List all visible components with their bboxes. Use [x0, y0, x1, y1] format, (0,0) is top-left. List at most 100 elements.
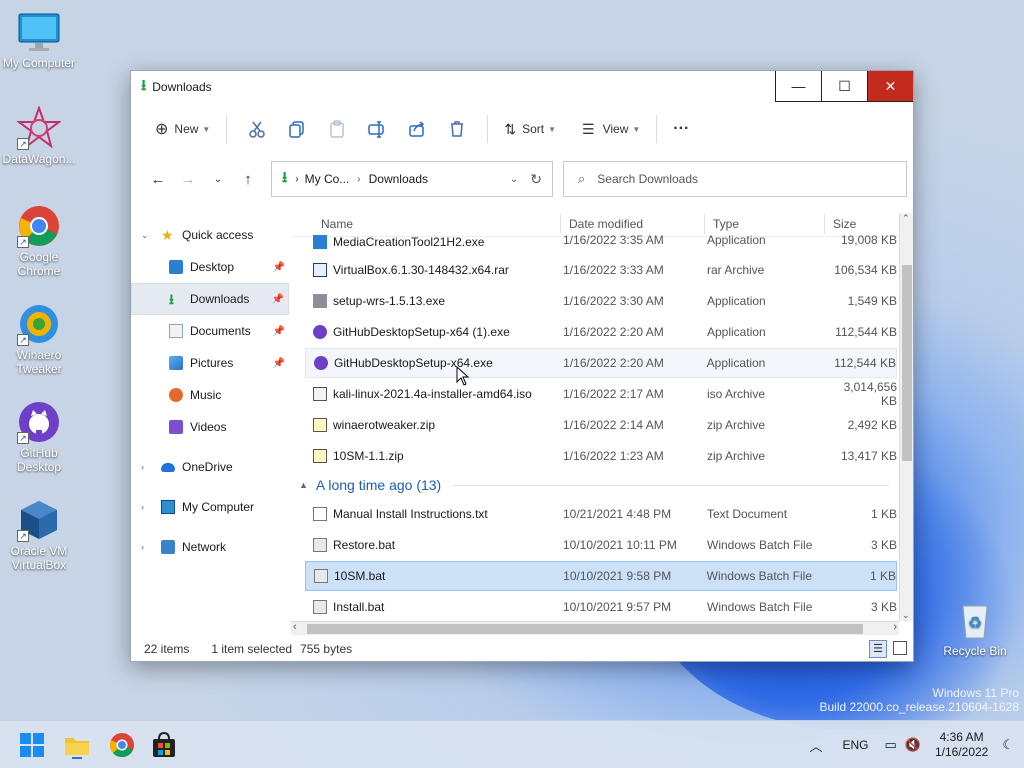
svg-text:♻: ♻: [968, 615, 982, 632]
download-arrow-icon: ⭳: [141, 76, 147, 94]
breadcrumb-downloads[interactable]: Downloads: [369, 172, 428, 186]
horizontal-scroll-thumb[interactable]: [307, 624, 863, 634]
navigation-pane: ⌄ ★ Quick access Desktop 📌 ⭳ Downloads 📌…: [131, 219, 289, 633]
app-file-icon: [313, 235, 327, 249]
tiles-view-icon[interactable]: [893, 641, 907, 655]
list-item[interactable]: GitHubDesktopSetup-x64.exe 1/16/2022 2:2…: [305, 348, 897, 378]
pin-icon: 📌: [272, 357, 285, 369]
picture-icon: [169, 356, 183, 370]
download-arrow-icon: ⭳: [282, 168, 288, 186]
status-bytes: 755 bytes: [300, 642, 353, 656]
close-button[interactable]: ✕: [867, 71, 913, 102]
desktop-icon-virtualbox[interactable]: ↗ Oracle VM VirtualBox: [0, 498, 78, 572]
taskbar-store[interactable]: [150, 731, 178, 759]
sidebar-item-pictures[interactable]: Pictures 📌: [131, 347, 289, 379]
list-item[interactable]: VirtualBox.6.1.30-148432.x64.rar 1/16/20…: [305, 255, 897, 285]
desktop-icon-recycle-bin[interactable]: ♻ Recycle Bin: [936, 598, 1014, 658]
sidebar-item-onedrive[interactable]: › OneDrive: [131, 451, 289, 483]
recent-locations-button[interactable]: ⌄: [203, 174, 233, 185]
refresh-icon[interactable]: ↻: [530, 171, 542, 188]
github-icon: [313, 325, 327, 339]
sidebar-item-desktop[interactable]: Desktop 📌: [131, 251, 289, 283]
chevron-right-icon: ›: [141, 542, 144, 552]
sidebar-item-network[interactable]: › Network: [131, 531, 289, 563]
desktop-icon-datawagon[interactable]: ↗ DataWagon...: [0, 105, 78, 166]
desktop-icon-my-computer[interactable]: My Computer: [0, 10, 78, 70]
language-indicator[interactable]: ENG: [842, 738, 868, 752]
command-bar: ⊕ New ▼ ⇅ Sort ▼ ☰ View ▼ ···: [131, 103, 913, 155]
address-bar[interactable]: ⭳ › My Co... › Downloads ⌄ ↻: [271, 161, 553, 197]
breadcrumb-my-computer[interactable]: My Co...: [305, 172, 350, 186]
zip-file-icon: [313, 418, 327, 432]
scroll-up-icon[interactable]: ⌃: [902, 213, 910, 224]
desktop-icon-google-chrome[interactable]: ↗ Google Chrome: [0, 204, 78, 278]
sidebar-item-quick-access[interactable]: ⌄ ★ Quick access: [131, 219, 289, 251]
batch-file-icon: [313, 538, 327, 552]
pin-icon: 📌: [272, 325, 285, 337]
volume-muted-icon[interactable]: 🔇: [905, 737, 921, 753]
cut-icon[interactable]: [248, 120, 266, 138]
sidebar-item-music[interactable]: Music: [131, 379, 289, 411]
search-icon: ⌕: [578, 171, 586, 186]
address-dropdown-icon[interactable]: ⌄: [510, 174, 518, 185]
share-icon[interactable]: [408, 120, 426, 138]
sort-button[interactable]: ⇅ Sort ▼: [498, 113, 562, 145]
scroll-right-icon[interactable]: ›: [893, 621, 897, 633]
list-item[interactable]: GitHubDesktopSetup-x64 (1).exe 1/16/2022…: [305, 317, 897, 347]
list-item[interactable]: 10SM.bat 10/10/2021 9:58 PM Windows Batc…: [305, 561, 897, 591]
desktop-icon-github-desktop[interactable]: ↗ GitHub Desktop: [0, 400, 78, 474]
forward-button[interactable]: →: [173, 171, 203, 188]
maximize-button[interactable]: ☐: [821, 71, 867, 102]
more-options-button[interactable]: ···: [667, 113, 695, 145]
view-button[interactable]: ☰ View ▼: [576, 113, 646, 145]
vertical-scrollbar[interactable]: ⌃ ⌄: [899, 213, 913, 621]
clock[interactable]: 4:36 AM 1/16/2022: [935, 730, 988, 760]
taskbar-chrome[interactable]: [108, 731, 136, 759]
details-view-icon[interactable]: ☰: [869, 640, 887, 658]
sidebar-item-my-computer[interactable]: › My Computer: [131, 491, 289, 523]
sidebar-item-videos[interactable]: Videos: [131, 411, 289, 443]
mouse-cursor-icon: [456, 366, 470, 386]
new-button[interactable]: ⊕ New ▼: [149, 113, 216, 145]
list-item[interactable]: kali-linux-2021.4a-installer-amd64.iso 1…: [305, 379, 897, 409]
rename-icon[interactable]: [368, 120, 386, 138]
sort-arrows-icon: ⇅: [504, 120, 517, 137]
star-icon: ★: [161, 227, 174, 243]
breadcrumb-separator-icon: ›: [295, 173, 299, 185]
virtualbox-icon: ↗: [17, 498, 61, 542]
list-item[interactable]: winaerotweaker.zip 1/16/2022 2:14 AM zip…: [305, 410, 897, 440]
desktop-icon-winaero-tweaker[interactable]: ↗ Winaero Tweaker: [0, 302, 78, 376]
minimize-button[interactable]: —: [775, 71, 821, 102]
back-button[interactable]: ←: [143, 171, 173, 188]
file-list[interactable]: Name Date modified Type Size MediaCreati…: [291, 211, 913, 621]
address-row: ← → ⌄ ↑ ⭳ › My Co... › Downloads ⌄ ↻ ⌕ S…: [131, 155, 913, 203]
list-item[interactable]: setup-wrs-1.5.13.exe 1/16/2022 3:30 AM A…: [305, 286, 897, 316]
taskbar-file-explorer[interactable]: [63, 731, 91, 759]
toolbar-divider: [487, 115, 489, 143]
delete-icon[interactable]: [448, 120, 466, 138]
group-header[interactable]: ▲ A long time ago (13): [299, 473, 889, 497]
vertical-scroll-thumb[interactable]: [902, 265, 912, 461]
list-item[interactable]: Install.bat 10/10/2021 9:57 PM Windows B…: [305, 592, 897, 622]
up-button[interactable]: ↑: [233, 171, 263, 188]
copy-icon[interactable]: [288, 120, 306, 138]
scroll-left-icon[interactable]: ‹: [293, 621, 297, 633]
scroll-down-icon[interactable]: ⌄: [902, 610, 910, 621]
file-explorer-window[interactable]: ⭳ Downloads — ☐ ✕ ⊕ New ▼ ⇅ Sort ▼ ☰ Vie…: [130, 70, 914, 662]
sidebar-item-documents[interactable]: Documents 📌: [131, 315, 289, 347]
chrome-icon: [109, 733, 134, 758]
notification-icon[interactable]: ☾: [1002, 737, 1014, 753]
github-icon: ↗: [17, 400, 61, 444]
search-input[interactable]: ⌕ Search Downloads: [563, 161, 907, 197]
list-item[interactable]: Manual Install Instructions.txt 10/21/20…: [305, 499, 897, 529]
list-item[interactable]: Restore.bat 10/10/2021 10:11 PM Windows …: [305, 530, 897, 560]
list-item[interactable]: MediaCreationTool21H2.exe 1/16/2022 3:35…: [305, 231, 897, 249]
start-button[interactable]: [18, 731, 46, 759]
list-item[interactable]: 10SM-1.1.zip 1/16/2022 1:23 AM zip Archi…: [305, 441, 897, 471]
toolbar-divider: [226, 115, 228, 143]
sidebar-item-downloads[interactable]: ⭳ Downloads 📌: [131, 283, 289, 315]
toolbar-divider: [656, 115, 658, 143]
horizontal-scrollbar[interactable]: ‹ ›: [291, 621, 899, 635]
network-icon[interactable]: ▭: [884, 737, 896, 753]
show-hidden-icons-chevron-icon[interactable]: ︿: [809, 736, 822, 755]
